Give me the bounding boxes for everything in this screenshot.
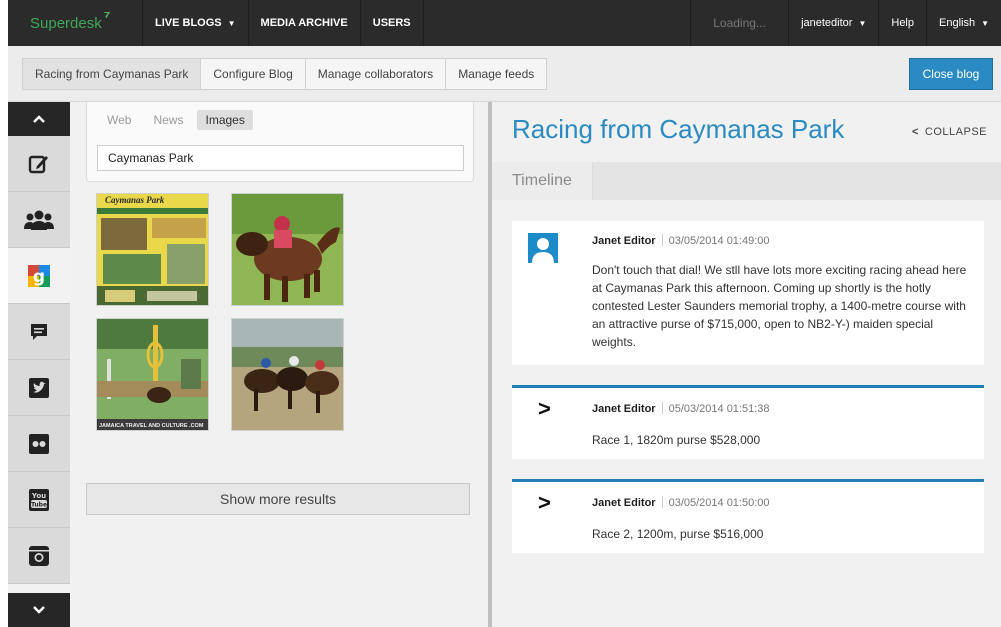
nav-live-blogs-label: LIVE BLOGS [155, 17, 222, 29]
blog-tabs: Racing from Caymanas Park Configure Blog… [22, 58, 548, 90]
sidebar-item-google[interactable]: g [8, 248, 70, 304]
blog-title: Racing from Caymanas Park [512, 114, 845, 144]
avatar [528, 233, 558, 263]
sidebar-item-flickr[interactable] [8, 416, 70, 472]
tab-images[interactable]: Images [197, 110, 253, 130]
caret-down-icon: ▼ [981, 18, 989, 28]
twitter-icon [29, 377, 49, 398]
image-overlay-caption: JAMAICA TRAVEL AND CULTURE .COM [99, 423, 204, 429]
sidebar-item-twitter[interactable] [8, 360, 70, 416]
brand-logo[interactable]: Superdesk ⁷ [8, 0, 143, 46]
expand-icon[interactable]: > [538, 490, 551, 516]
collapse-label: COLLAPSE [924, 126, 987, 138]
nav-users-label: USERS [372, 17, 411, 29]
post-text: Don't touch that dial! We stll have lots… [592, 263, 967, 349]
tab-web[interactable]: Web [99, 110, 139, 130]
image-result[interactable] [231, 318, 344, 431]
brand-name: Superdesk [30, 14, 102, 32]
image-thumbnail [97, 319, 208, 430]
post-date: 03/05/2014 01:49:00 [668, 235, 770, 247]
collapse-button[interactable]: < COLLAPSE [912, 126, 987, 138]
instagram-icon [29, 545, 49, 566]
post-meta: Janet Editor 05/03/2014 01:51:38 [592, 402, 770, 415]
sidebar-item-comments[interactable] [8, 304, 70, 360]
blog-timeline-panel: Racing from Caymanas Park < COLLAPSE Time… [492, 102, 1001, 627]
search-panel: Web News Images Caymanas Park Caymanas P… [70, 102, 488, 627]
google-icon: g [28, 264, 50, 287]
users-icon [24, 210, 54, 230]
sidebar-item-users[interactable] [8, 192, 70, 248]
nav-media-archive-label: MEDIA ARCHIVE [260, 17, 348, 29]
user-avatar-icon [532, 238, 554, 263]
blog-tabbar: Racing from Caymanas Park Configure Blog… [8, 46, 1001, 102]
language-menu[interactable]: English ▼ [926, 0, 1001, 46]
nav-users[interactable]: USERS [361, 0, 424, 46]
user-menu-label: janeteditor [801, 17, 853, 29]
post-meta: Janet Editor 03/05/2014 01:50:00 [592, 496, 770, 509]
caret-down-icon: ▼ [858, 18, 867, 28]
image-result[interactable]: JAMAICA TRAVEL AND CULTURE .COM [96, 318, 209, 431]
svg-text:Tube: Tube [31, 501, 47, 508]
svg-text:You: You [31, 492, 46, 500]
image-thumbnail [232, 194, 343, 305]
user-menu[interactable]: janeteditor ▼ [788, 0, 878, 46]
tab-manage-feeds[interactable]: Manage feeds [446, 59, 546, 89]
loading-indicator: Loading... [690, 0, 788, 46]
post-author: Janet Editor [592, 403, 656, 415]
sidebar-item-instagram[interactable] [8, 528, 70, 584]
scroll-down-button[interactable] [8, 593, 70, 627]
image-overlay-caption: Caymanas Park [105, 195, 165, 205]
language-label: English [939, 17, 976, 29]
help-link[interactable]: Help [878, 0, 926, 46]
post-author: Janet Editor [592, 235, 656, 247]
post-author: Janet Editor [592, 497, 656, 509]
nav-media-archive[interactable]: MEDIA ARCHIVE [249, 0, 361, 46]
caret-down-icon: ▼ [227, 18, 236, 28]
search-box: Web News Images [86, 102, 474, 182]
timeline-post[interactable]: Janet Editor 03/05/2014 01:49:00 Don't to… [512, 221, 984, 365]
show-more-results-button[interactable]: Show more results [86, 483, 470, 515]
image-result[interactable] [231, 193, 344, 306]
comment-icon [31, 323, 47, 340]
sidebar-item-youtube[interactable]: You Tube [8, 472, 70, 528]
post-text: Race 1, 1820m purse $528,000 [592, 433, 761, 447]
scroll-up-button[interactable] [8, 102, 70, 136]
search-input[interactable] [97, 145, 464, 171]
chevron-up-icon [33, 115, 45, 123]
timeline-post[interactable]: > Janet Editor 05/03/2014 01:51:38 Race 1… [512, 385, 984, 459]
timeline-post[interactable]: > Janet Editor 03/05/2014 01:50:00 Race 2… [512, 479, 984, 553]
tab-manage-collaborators[interactable]: Manage collaborators [306, 59, 447, 89]
flickr-icon [29, 433, 49, 454]
tab-timeline[interactable]: Timeline [492, 162, 593, 200]
edit-icon [28, 155, 48, 173]
image-thumbnail [97, 194, 208, 305]
brand-swoosh-icon: ⁷ [103, 9, 111, 26]
expand-icon[interactable]: > [538, 396, 551, 422]
image-thumbnail [232, 319, 343, 430]
chevron-down-icon [33, 606, 45, 614]
close-blog-button[interactable]: Close blog [909, 58, 993, 90]
post-meta: Janet Editor 03/05/2014 01:49:00 [592, 234, 770, 247]
tab-racing-blog[interactable]: Racing from Caymanas Park [23, 59, 202, 89]
timeline-bar: Timeline [492, 162, 1001, 200]
tab-configure-blog[interactable]: Configure Blog [201, 59, 306, 89]
meta-divider [661, 234, 663, 246]
meta-divider [661, 496, 663, 508]
post-date: 05/03/2014 01:51:38 [668, 403, 770, 415]
tab-news[interactable]: News [145, 110, 191, 130]
svg-text:g: g [33, 267, 45, 287]
source-sidebar: g You Tube [8, 102, 70, 627]
post-date: 03/05/2014 01:50:00 [668, 497, 770, 509]
post-text: Race 2, 1200m, purse $516,000 [592, 527, 764, 541]
meta-divider [661, 402, 663, 414]
image-result[interactable]: Caymanas Park [96, 193, 209, 306]
nav-live-blogs[interactable]: LIVE BLOGS ▼ [143, 0, 249, 46]
sidebar-item-edit[interactable] [8, 136, 70, 192]
top-navbar: Superdesk ⁷ LIVE BLOGS ▼ MEDIA ARCHIVE USE… [8, 0, 1001, 46]
youtube-icon: You Tube [29, 488, 49, 511]
search-source-tabs: Web News Images [99, 110, 253, 130]
chevron-left-icon: < [911, 126, 919, 138]
